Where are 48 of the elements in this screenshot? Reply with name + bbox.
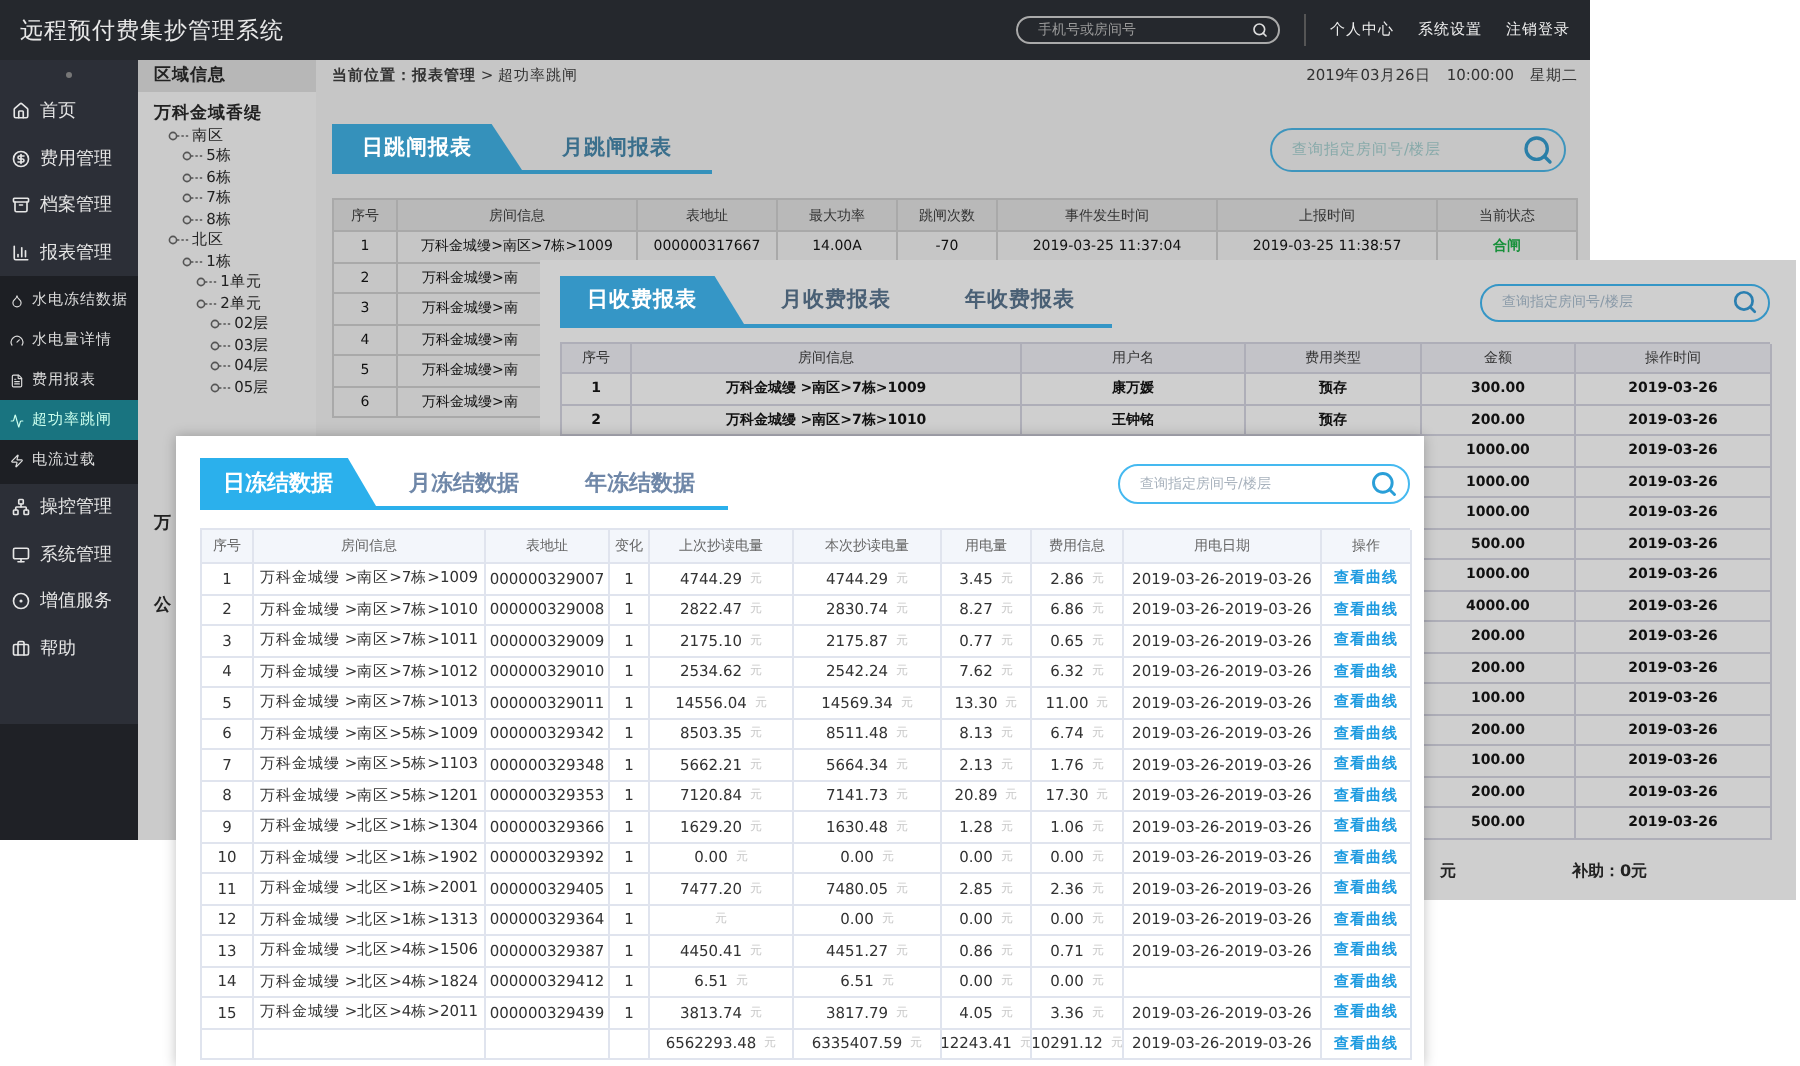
tree-node[interactable]: 万 (154, 512, 173, 537)
tree-connector-icon (182, 213, 205, 226)
dot-icon (66, 71, 73, 77)
search-icon[interactable] (1252, 22, 1268, 38)
report-tab[interactable]: 日跳闸报表 (332, 124, 522, 170)
tree-connector-icon (210, 360, 233, 373)
tree-connector-icon (182, 192, 205, 205)
bar-chart-icon (12, 243, 30, 262)
menu-item[interactable]: 增值服务 (0, 578, 139, 625)
droplet-icon (10, 293, 24, 307)
summary-text: 元 (1440, 859, 1456, 881)
tree-connector-icon (196, 297, 219, 310)
menu-item[interactable]: 费用管理 (0, 135, 139, 182)
document-icon (10, 373, 24, 387)
summary-text: 补助：0元 (1572, 859, 1648, 881)
report-tab[interactable]: 月收费报表 (744, 276, 928, 324)
tree-connector-icon (168, 234, 191, 247)
pulse-icon (10, 413, 24, 427)
menu-item[interactable]: 操控管理 (0, 484, 139, 531)
archive-icon (12, 196, 30, 215)
tree-connector-icon (182, 150, 205, 163)
tree-connector-icon (210, 381, 233, 394)
menu-item[interactable]: 首页 (0, 88, 139, 135)
menu-item[interactable]: 档案管理 (0, 182, 139, 229)
menu-item[interactable]: 报表管理 (0, 229, 139, 276)
report-tab[interactable]: 年冻结数据 (552, 458, 728, 506)
tree-connector-icon (182, 171, 205, 184)
gauge-icon (10, 333, 24, 347)
app-title: 远程预付费集抄管理系统 (20, 15, 286, 45)
briefcase-icon (12, 639, 30, 658)
tree-connector-icon (210, 339, 233, 352)
monitor-icon (12, 545, 30, 564)
menu-item[interactable]: 帮助 (0, 625, 139, 672)
report-tab[interactable]: 月冻结数据 (376, 458, 552, 506)
lightning-icon (10, 453, 24, 467)
network-icon (12, 498, 30, 517)
tree-connector-icon (182, 255, 205, 268)
tree-node[interactable]: 万科金域香缇 (154, 102, 263, 127)
home-icon (12, 102, 30, 121)
tree-connector-icon (168, 129, 191, 142)
menu-item[interactable]: 系统管理 (0, 531, 139, 578)
dollar-icon (12, 149, 30, 168)
tree-connector-icon (196, 276, 219, 289)
report-tab[interactable]: 年收费报表 (928, 276, 1112, 324)
tree-node[interactable]: 公 (154, 593, 173, 618)
panel-title: 区域信息 (138, 60, 316, 92)
target-icon (12, 592, 30, 611)
tree-connector-icon (210, 318, 233, 331)
